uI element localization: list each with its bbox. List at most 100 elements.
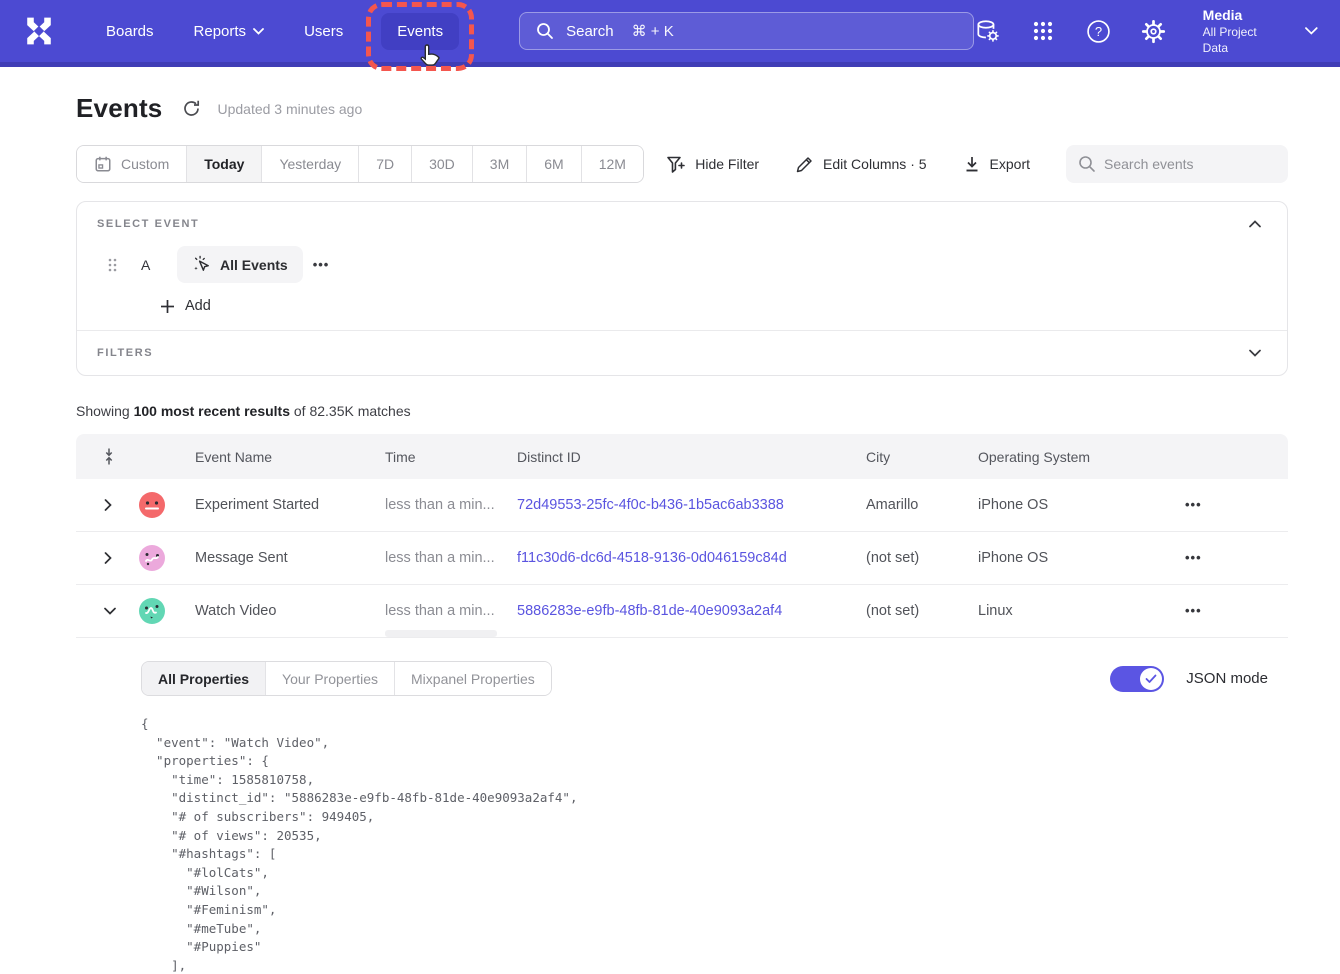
time-hover-indicator <box>385 630 497 637</box>
distinct-id-link[interactable]: 5886283e-e9fb-48fb-81de-40e9093a2af4 <box>517 603 782 619</box>
date-range-label: 12M <box>599 156 626 172</box>
column-header-event-name[interactable]: Event Name <box>195 449 385 465</box>
nav-item-users[interactable]: Users <box>288 13 359 50</box>
date-range-12m[interactable]: 12M <box>581 146 643 182</box>
event-more-options-button[interactable]: ••• <box>303 253 340 276</box>
tab-your-properties[interactable]: Your Properties <box>265 662 394 695</box>
more-options-icon: ••• <box>313 257 330 272</box>
project-scope: All Project Data <box>1203 24 1284 56</box>
cell-time: less than a min... <box>385 532 517 584</box>
results-suffix: of 82.35K matches <box>290 403 411 419</box>
nav-item-events[interactable]: Events <box>381 13 459 50</box>
help-icon: ? <box>1086 19 1111 44</box>
add-label: Add <box>185 298 211 314</box>
mixpanel-logo-icon[interactable] <box>22 14 56 48</box>
json-mode-label: JSON mode <box>1186 670 1268 687</box>
table-row-expanded: Watch Video less than a min... 5886283e-… <box>76 585 1288 638</box>
date-range-picker: Custom Today Yesterday 7D 30D 3M 6M 12M <box>76 145 644 183</box>
row-more-options-button[interactable]: ••• <box>1185 550 1202 565</box>
date-range-3m[interactable]: 3M <box>472 146 526 182</box>
edit-columns-button[interactable]: Edit Columns · 5 <box>795 155 926 174</box>
event-selector-button[interactable]: All Events <box>177 246 303 283</box>
date-range-yesterday[interactable]: Yesterday <box>261 146 358 182</box>
date-range-7d[interactable]: 7D <box>358 146 411 182</box>
drag-handle-icon[interactable] <box>107 257 117 273</box>
top-navbar: Boards Reports Users Events Search ⌘ + <box>0 0 1340 67</box>
nav-item-boards[interactable]: Boards <box>90 13 170 50</box>
export-label: Export <box>990 156 1030 172</box>
chevron-right-icon <box>104 552 112 564</box>
plus-icon <box>160 299 175 314</box>
last-updated-text: Updated 3 minutes ago <box>217 101 362 117</box>
expand-row-button[interactable] <box>76 499 138 511</box>
settings-button[interactable] <box>1141 18 1166 44</box>
column-header-distinct-id[interactable]: Distinct ID <box>517 449 866 465</box>
add-event-button[interactable]: Add <box>160 298 211 314</box>
cell-time: less than a min... <box>385 479 517 531</box>
data-management-button[interactable] <box>974 18 1000 44</box>
table-header-row: Event Name Time Distinct ID City Operati… <box>76 434 1288 479</box>
search-placeholder: Search <box>566 23 614 40</box>
date-range-6m[interactable]: 6M <box>526 146 580 182</box>
nav-item-reports[interactable]: Reports <box>178 13 281 50</box>
row-more-options-button[interactable]: ••• <box>1185 603 1202 618</box>
toggle-knob <box>1140 668 1162 690</box>
cell-event-name: Watch Video <box>195 603 385 619</box>
export-button[interactable]: Export <box>963 155 1030 173</box>
tab-all-properties[interactable]: All Properties <box>142 662 265 695</box>
event-avatar-icon <box>138 491 166 519</box>
cell-os: iPhone OS <box>978 550 1185 566</box>
help-button[interactable]: ? <box>1086 18 1111 44</box>
expand-filters-button[interactable] <box>1243 347 1267 359</box>
chevron-down-icon <box>104 607 116 615</box>
nav-item-label: Reports <box>194 23 247 40</box>
column-header-time[interactable]: Time <box>385 449 517 465</box>
nav-item-label: Users <box>304 23 343 40</box>
date-range-label: Yesterday <box>279 156 341 172</box>
chevron-right-icon <box>104 499 112 511</box>
time-text: less than a min... <box>385 603 495 619</box>
hide-filter-button[interactable]: Hide Filter <box>666 155 759 174</box>
collapse-select-event-button[interactable] <box>1243 218 1267 230</box>
apps-grid-button[interactable] <box>1030 18 1055 44</box>
events-table: Event Name Time Distinct ID City Operati… <box>76 434 1288 974</box>
download-icon <box>963 155 981 173</box>
event-detail-panel: All Properties Your Properties Mixpanel … <box>76 638 1288 974</box>
cell-time: less than a min... <box>385 585 517 637</box>
cell-city: Amarillo <box>866 497 978 513</box>
column-header-operating-system[interactable]: Operating System <box>978 449 1185 465</box>
refresh-button[interactable] <box>182 99 201 118</box>
date-range-custom[interactable]: Custom <box>77 146 186 182</box>
date-range-label: 3M <box>490 156 509 172</box>
date-range-label: 30D <box>429 156 455 172</box>
date-range-label: Today <box>204 156 244 172</box>
search-events-input[interactable] <box>1066 145 1288 183</box>
global-search-input[interactable]: Search ⌘ + K <box>519 12 974 50</box>
cell-os: Linux <box>978 603 1185 619</box>
cell-event-name: Message Sent <box>195 550 385 566</box>
row-more-options-button[interactable]: ••• <box>1185 497 1202 512</box>
collapse-row-button[interactable] <box>76 607 138 615</box>
sort-button[interactable] <box>76 447 138 466</box>
column-header-city[interactable]: City <box>866 449 978 465</box>
date-range-30d[interactable]: 30D <box>411 146 472 182</box>
tab-mixpanel-properties[interactable]: Mixpanel Properties <box>394 662 551 695</box>
date-range-label: 6M <box>544 156 563 172</box>
project-switcher[interactable]: Media All Project Data <box>1203 6 1318 56</box>
edit-columns-label: Edit Columns · 5 <box>823 156 926 172</box>
distinct-id-link[interactable]: f11c30d6-dc6d-4518-9136-0d046159c84d <box>517 550 787 566</box>
properties-tabs: All Properties Your Properties Mixpanel … <box>141 661 552 696</box>
json-mode-toggle[interactable] <box>1110 666 1164 692</box>
selected-event-label: All Events <box>220 257 288 273</box>
search-icon <box>536 22 554 40</box>
expand-row-button[interactable] <box>76 552 138 564</box>
date-range-label: 7D <box>376 156 394 172</box>
pencil-icon <box>795 155 814 174</box>
more-options-icon: ••• <box>1185 550 1202 565</box>
distinct-id-link[interactable]: 72d49553-25fc-4f0c-b436-1b5ac6ab3388 <box>517 497 784 513</box>
project-name: Media <box>1203 6 1284 24</box>
date-range-today[interactable]: Today <box>186 146 261 182</box>
filter-funnel-icon <box>666 155 686 174</box>
more-options-icon: ••• <box>1185 497 1202 512</box>
filters-header: FILTERS <box>97 347 153 359</box>
